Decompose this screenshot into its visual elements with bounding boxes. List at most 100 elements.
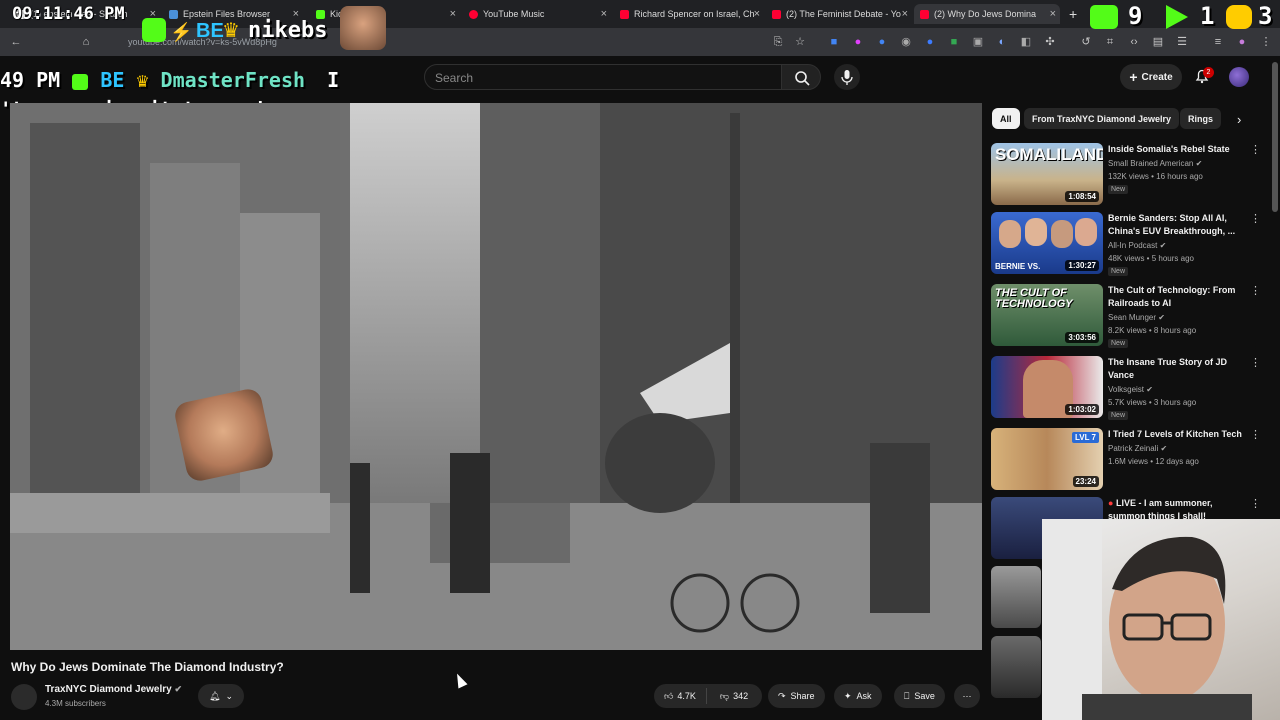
channel-name[interactable]: TraxNYC Diamond Jewelry ✔ bbox=[45, 684, 182, 695]
recommendation-item[interactable]: BERNIE VS. 1:30:27 Bernie Sanders: Stop … bbox=[991, 212, 1271, 276]
more-vert-icon[interactable]: ⋮ bbox=[1250, 428, 1261, 441]
extension-icon[interactable]: ■ bbox=[828, 36, 840, 48]
close-icon[interactable]: × bbox=[601, 8, 607, 20]
new-tab-button[interactable]: + bbox=[1063, 4, 1081, 24]
save-button[interactable]: ⎕ Save bbox=[894, 684, 945, 708]
chip-channel[interactable]: From TraxNYC Diamond Jewelry bbox=[1024, 108, 1180, 129]
extensions-puzzle-icon[interactable]: ✣ bbox=[1044, 36, 1056, 48]
devtools-icon[interactable]: ‹› bbox=[1128, 36, 1140, 48]
webcam-overlay bbox=[1042, 519, 1280, 720]
video-frame bbox=[10, 103, 982, 650]
extension-icon[interactable]: ◐ bbox=[996, 36, 1008, 48]
more-vert-icon[interactable]: ⋮ bbox=[1250, 497, 1261, 510]
screenshot-icon[interactable]: ⌗ bbox=[1104, 36, 1116, 48]
save-label: Save bbox=[914, 691, 935, 701]
search-input[interactable]: Search bbox=[424, 64, 782, 90]
create-button[interactable]: + Create bbox=[1120, 64, 1182, 90]
notification-bell-button[interactable]: 🔔︎ ⌄ bbox=[198, 684, 244, 708]
voice-search-button[interactable] bbox=[834, 64, 860, 90]
recommendation-title: The Cult of Technology: From Railroads t… bbox=[1108, 285, 1236, 308]
close-icon[interactable]: × bbox=[1050, 8, 1056, 20]
microphone-icon bbox=[841, 70, 853, 85]
overlay-counter: 1 bbox=[1200, 2, 1215, 30]
channel-avatar[interactable] bbox=[11, 684, 37, 710]
recommendation-channel: All-In Podcast ✔ bbox=[1108, 241, 1166, 250]
bookmark-icon: ⎕ bbox=[904, 690, 910, 701]
extension-icon[interactable]: ● bbox=[924, 36, 936, 48]
sidebar-scrollbar[interactable] bbox=[1272, 62, 1278, 212]
extension-icon[interactable]: ▣ bbox=[972, 36, 984, 48]
search-button[interactable] bbox=[781, 64, 821, 90]
bookmark-star-icon[interactable]: ☆ bbox=[794, 36, 806, 48]
thumbnail-text: LVL 7 bbox=[1071, 432, 1099, 443]
thumbs-down-icon: 👎︎ bbox=[719, 690, 730, 701]
tab-youtube-music[interactable]: YouTube Music × bbox=[463, 4, 611, 24]
extension-icon[interactable]: ● bbox=[852, 36, 864, 48]
chip-rings[interactable]: Rings bbox=[1180, 108, 1222, 129]
tab-richard-spencer[interactable]: Richard Spencer on Israel, Ch × bbox=[614, 4, 764, 24]
video-thumbnail[interactable]: LVL 7 23:24 bbox=[991, 428, 1103, 490]
overlay-counter: 3 bbox=[1258, 2, 1273, 30]
video-thumbnail[interactable]: 1:03:02 bbox=[991, 356, 1103, 418]
youtube-icon bbox=[620, 9, 629, 19]
chevron-right-icon[interactable]: › bbox=[1237, 112, 1241, 127]
more-vert-icon[interactable]: ⋮ bbox=[1250, 356, 1261, 369]
extension-icon[interactable]: ◉ bbox=[900, 36, 912, 48]
video-thumbnail[interactable]: SOMALILAND 1:08:54 bbox=[991, 143, 1103, 205]
recommendation-item[interactable]: 1:03:02 The Insane True Story of JD Vanc… bbox=[991, 356, 1271, 420]
ask-label: Ask bbox=[856, 691, 872, 701]
channel-text: Small Brained American bbox=[1108, 159, 1194, 168]
recommendation-item[interactable]: LVL 7 23:24 I Tried 7 Levels of Kitchen … bbox=[991, 428, 1271, 492]
person-thumb-icon bbox=[1051, 220, 1073, 248]
dislike-button[interactable]: 👎︎ 342 bbox=[712, 691, 756, 702]
recommendation-meta: 48K views • 5 hours ago bbox=[1108, 254, 1194, 263]
video-duration: 23:24 bbox=[1072, 476, 1099, 487]
tab-current-video[interactable]: (2) Why Do Jews Domina × bbox=[914, 4, 1060, 24]
chat-username: DmasterFresh bbox=[160, 68, 306, 92]
history-icon[interactable]: ↺ bbox=[1080, 36, 1092, 48]
share-button[interactable]: ↷ Share bbox=[768, 684, 825, 708]
person-thumb-icon bbox=[1025, 218, 1047, 246]
home-icon[interactable]: ⌂ bbox=[80, 36, 92, 48]
recommendation-item[interactable]: SOMALILAND 1:08:54 Inside Somalia's Rebe… bbox=[991, 143, 1271, 207]
more-actions-button[interactable]: ⋯ bbox=[954, 684, 980, 708]
recommendation-item[interactable]: THE CULT OF TECHNOLOGY 3:03:56 The Cult … bbox=[991, 284, 1271, 348]
like-dislike-group: 👍︎ 4.7K 👎︎ 342 bbox=[654, 684, 762, 708]
more-vert-icon[interactable]: ⋮ bbox=[1250, 212, 1261, 225]
sidebar-icon[interactable]: ▤ bbox=[1152, 36, 1164, 48]
profile-icon[interactable]: ● bbox=[1236, 36, 1248, 48]
extension-icon[interactable]: ◧ bbox=[1020, 36, 1032, 48]
live-dot-icon: ● bbox=[1108, 498, 1114, 508]
mouse-cursor-icon bbox=[452, 671, 468, 689]
reading-list-icon[interactable]: ☰ bbox=[1176, 36, 1188, 48]
plus-icon: + bbox=[1129, 69, 1138, 85]
new-badge: New bbox=[1108, 411, 1129, 420]
video-thumbnail[interactable]: BERNIE VS. 1:30:27 bbox=[991, 212, 1103, 274]
install-icon[interactable]: ⎘ bbox=[772, 36, 784, 48]
more-vert-icon[interactable]: ⋮ bbox=[1260, 36, 1272, 48]
account-avatar[interactable] bbox=[1229, 67, 1249, 87]
video-thumbnail[interactable] bbox=[991, 566, 1041, 628]
more-vert-icon[interactable]: ⋮ bbox=[1250, 143, 1261, 156]
video-thumbnail[interactable] bbox=[991, 636, 1041, 698]
kick-logo-icon bbox=[1090, 5, 1118, 29]
back-icon[interactable]: ← bbox=[10, 36, 22, 48]
person-thumb-icon bbox=[1075, 218, 1097, 246]
extension-icon[interactable]: ● bbox=[876, 36, 888, 48]
more-vert-icon[interactable]: ⋮ bbox=[1250, 284, 1261, 297]
chip-all[interactable]: All bbox=[992, 108, 1020, 129]
tab-feminist-debate[interactable]: (2) The Feminist Debate - Yo × bbox=[766, 4, 912, 24]
video-thumbnail[interactable]: THE CULT OF TECHNOLOGY 3:03:56 bbox=[991, 284, 1103, 346]
verified-icon: ✔ bbox=[1195, 159, 1203, 168]
ask-button[interactable]: ✦ Ask bbox=[834, 684, 882, 708]
close-icon[interactable]: × bbox=[902, 8, 908, 20]
menu-icon[interactable]: ≡ bbox=[1212, 36, 1224, 48]
close-icon[interactable]: × bbox=[754, 8, 760, 20]
thumbs-up-icon: 👍︎ bbox=[664, 690, 674, 701]
extension-icon[interactable]: ■ bbox=[948, 36, 960, 48]
video-player[interactable] bbox=[10, 103, 982, 650]
close-icon[interactable]: × bbox=[450, 8, 456, 20]
dislike-count: 342 bbox=[733, 691, 749, 701]
like-button[interactable]: 👍︎ 4.7K bbox=[654, 688, 707, 704]
kick-badge-icon bbox=[72, 73, 89, 90]
